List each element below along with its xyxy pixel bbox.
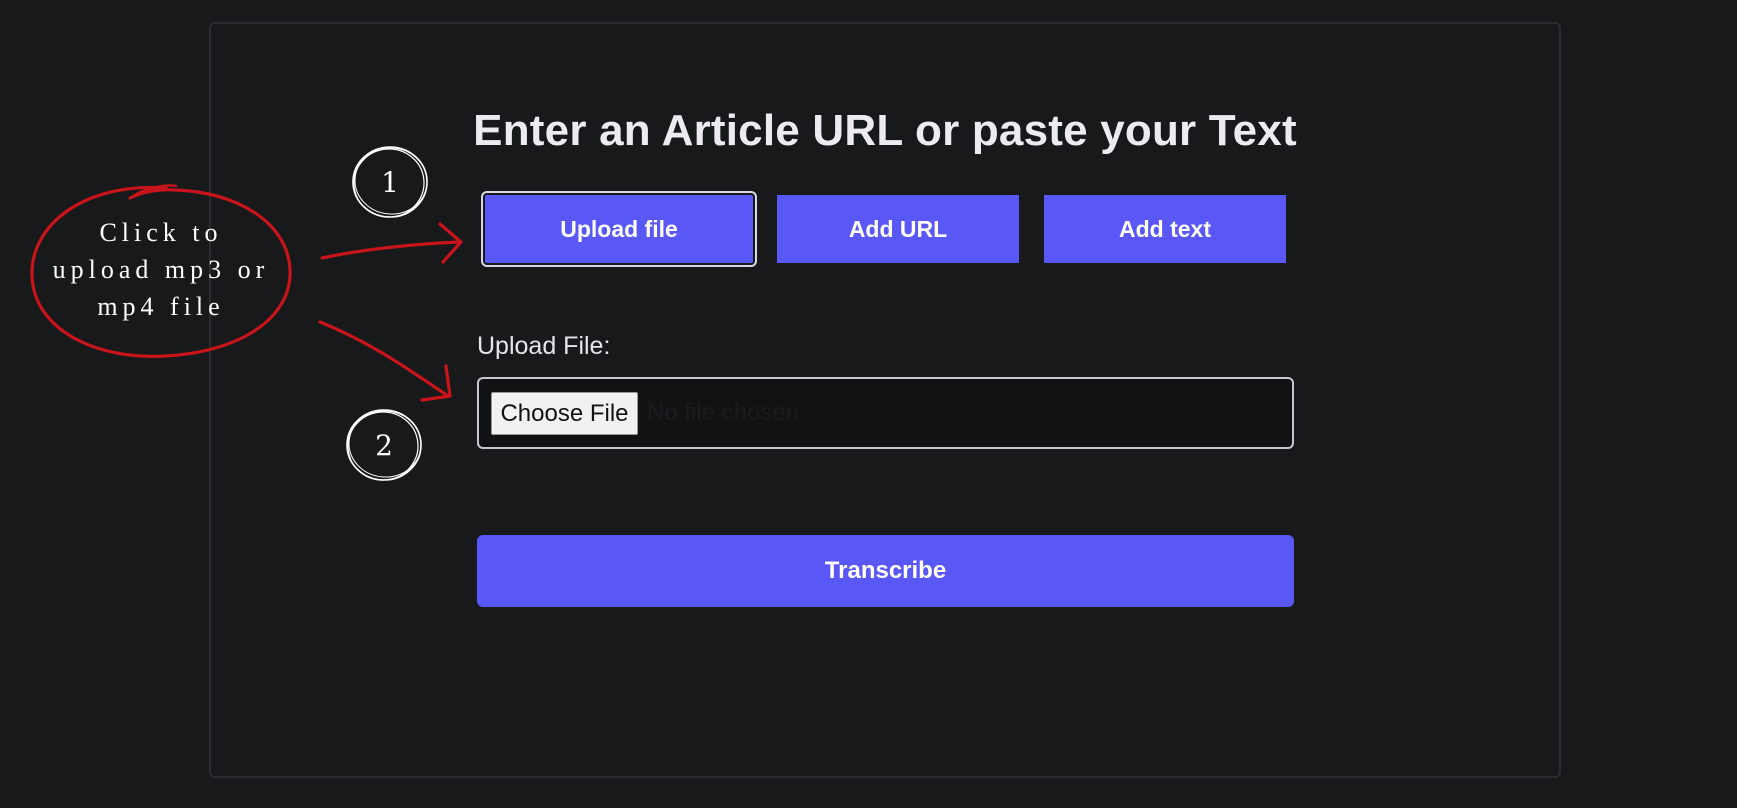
step-1-number: 1 — [381, 165, 399, 199]
add-url-tab[interactable]: Add URL — [777, 195, 1019, 263]
app-canvas: Enter an Article URL or paste your Text … — [0, 0, 1737, 808]
step-2-number: 2 — [375, 428, 393, 462]
step-1-marker: 1 — [349, 142, 431, 222]
callout-line: upload mp3 or — [52, 255, 270, 284]
upload-file-tab[interactable]: Upload file — [481, 191, 757, 267]
callout-text: Click to upload mp3 or mp4 file — [36, 214, 286, 325]
callout-line: Click to — [99, 218, 223, 247]
file-input[interactable]: Choose File No file chosen — [477, 377, 1294, 449]
upload-file-label: Upload File: — [477, 332, 611, 360]
file-status-text: No file chosen — [647, 399, 800, 426]
callout-bubble: Click to upload mp3 or mp4 file — [26, 184, 296, 360]
add-text-tab[interactable]: Add text — [1044, 195, 1286, 263]
choose-file-button[interactable]: Choose File — [491, 392, 638, 435]
transcribe-button[interactable]: Transcribe — [477, 535, 1294, 607]
page-title: Enter an Article URL or paste your Text — [473, 106, 1297, 155]
step-2-marker: 2 — [343, 405, 425, 485]
callout-line: mp4 file — [97, 292, 225, 321]
